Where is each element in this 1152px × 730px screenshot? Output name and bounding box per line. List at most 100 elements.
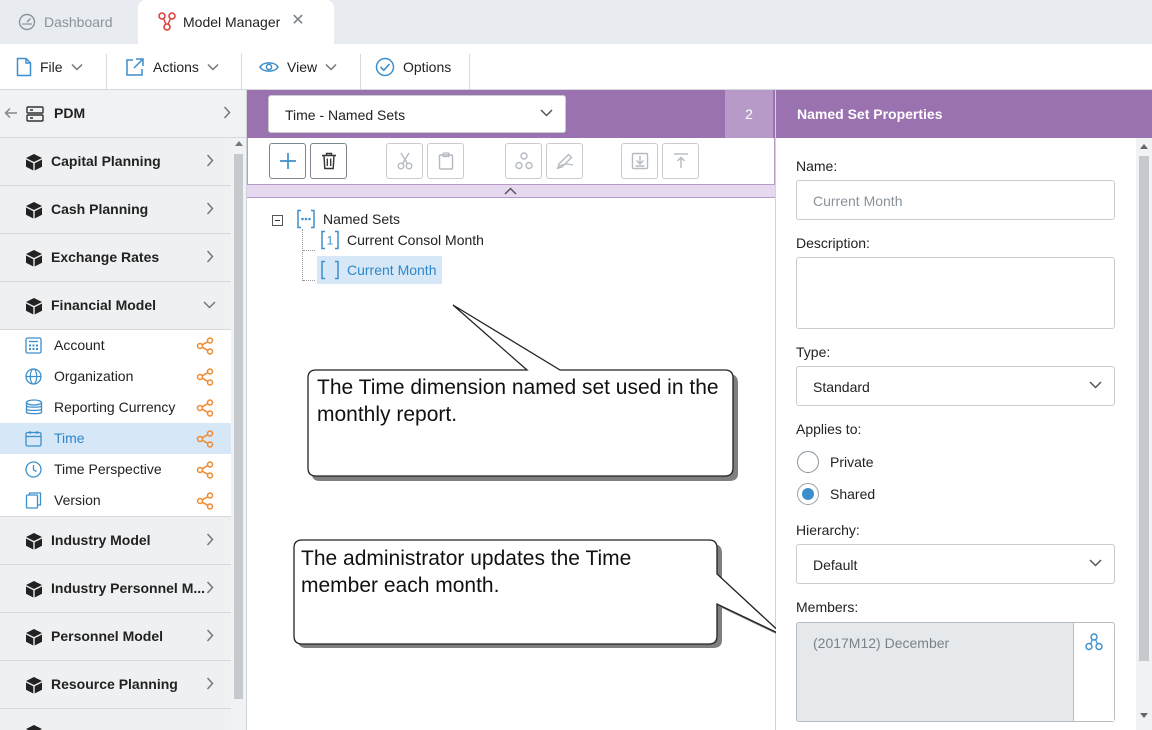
- dimension-list: Account Organization Reporting Currency …: [0, 330, 231, 517]
- arrow-left-icon[interactable]: [4, 106, 18, 120]
- close-icon[interactable]: ✕: [290, 13, 306, 29]
- tab-dashboard[interactable]: Dashboard: [0, 0, 140, 44]
- chevron-down-icon: [203, 301, 216, 309]
- sidebar-scrollbar[interactable]: [231, 138, 246, 730]
- file-menu[interactable]: File: [16, 44, 83, 90]
- share-icon[interactable]: [196, 337, 214, 355]
- sidebar-dim-label: Version: [54, 492, 101, 508]
- sidebar-dim-time-perspective[interactable]: Time Perspective: [0, 454, 231, 485]
- paste-button[interactable]: [427, 143, 464, 179]
- options-menu[interactable]: Options: [375, 44, 451, 90]
- sidebar-header[interactable]: PDM: [0, 90, 246, 138]
- share-icon[interactable]: [196, 430, 214, 448]
- chevron-right-icon: [206, 629, 214, 642]
- member-selector-button[interactable]: [505, 143, 542, 179]
- scroll-down-icon[interactable]: [1140, 713, 1148, 718]
- collapse-toggle[interactable]: [272, 215, 283, 226]
- scroll-up-icon[interactable]: [1140, 144, 1148, 149]
- share-icon[interactable]: [196, 492, 214, 510]
- tree-connector: [302, 229, 303, 281]
- cube-icon: [25, 532, 43, 550]
- delete-button[interactable]: [310, 143, 347, 179]
- sidebar-dim-time[interactable]: Time: [0, 423, 231, 454]
- chevron-down-icon: [71, 63, 83, 71]
- tree-node-current-consol-month[interactable]: 1 Current Consol Month: [317, 226, 490, 254]
- private-radio[interactable]: [797, 451, 819, 473]
- sidebar-dim-organization[interactable]: Organization: [0, 361, 231, 392]
- sidebar-dim-account[interactable]: Account: [0, 330, 231, 361]
- scrollbar-thumb[interactable]: [234, 154, 243, 699]
- export-button[interactable]: [662, 143, 699, 179]
- hierarchy-select[interactable]: Default: [796, 544, 1115, 584]
- cut-button[interactable]: [386, 143, 423, 179]
- member-selector-button[interactable]: [1073, 622, 1115, 662]
- sidebar-item-resource-planning[interactable]: Resource Planning: [0, 661, 231, 709]
- sidebar-dim-version[interactable]: Version: [0, 485, 231, 516]
- chevron-up-icon[interactable]: [504, 187, 517, 195]
- sidebar-item-personnel-model[interactable]: Personnel Model: [0, 613, 231, 661]
- sidebar-item-capital-planning[interactable]: Capital Planning: [0, 138, 231, 186]
- menu-divider: [360, 54, 361, 90]
- sidebar-item-financial-model[interactable]: Financial Model: [0, 282, 231, 330]
- named-sets-toolbar: [247, 138, 775, 184]
- sidebar-item-partial[interactable]: [0, 709, 231, 730]
- chevron-down-icon: [1089, 381, 1102, 389]
- description-field[interactable]: [796, 257, 1115, 329]
- tab-model-manager-label: Model Manager: [183, 14, 281, 30]
- tab-dashboard-label: Dashboard: [44, 14, 113, 30]
- toolbar-collapse-bar[interactable]: [247, 184, 775, 198]
- calculator-icon: [25, 337, 42, 354]
- scroll-up-icon[interactable]: [235, 141, 243, 146]
- sidebar-dim-label: Time: [54, 430, 85, 446]
- cube-icon: [25, 676, 43, 694]
- sidebar-item-label: Cash Planning: [51, 201, 149, 217]
- clock-icon: [25, 461, 42, 478]
- properties-title: Named Set Properties: [797, 106, 943, 122]
- cube-icon: [25, 724, 43, 730]
- chevron-down-icon: [1089, 559, 1102, 567]
- name-label: Name:: [796, 158, 838, 174]
- clipboard-icon: [438, 152, 454, 170]
- sidebar-item-industry-model[interactable]: Industry Model: [0, 517, 231, 565]
- tree-connector: [303, 280, 315, 281]
- external-link-icon: [125, 57, 145, 77]
- sidebar-dim-label: Account: [54, 337, 105, 353]
- properties-scrollbar[interactable]: [1136, 138, 1152, 730]
- add-button[interactable]: [269, 143, 306, 179]
- named-sets-header: Time - Named Sets 2: [247, 90, 775, 138]
- menu-divider: [106, 54, 107, 90]
- scrollbar-thumb[interactable]: [1139, 156, 1149, 661]
- edit-button[interactable]: [546, 143, 583, 179]
- callout-text: The Time dimension named set used in the…: [317, 376, 719, 426]
- dimension-select[interactable]: Time - Named Sets: [268, 95, 566, 133]
- members-field[interactable]: (2017M12) December: [796, 622, 1115, 722]
- members-label: Members:: [796, 599, 859, 615]
- sidebar-item-industry-personnel-model[interactable]: Industry Personnel M...: [0, 565, 231, 613]
- model-sidebar: PDM Capital Planning Cash Planning Excha…: [0, 90, 247, 730]
- import-button[interactable]: [621, 143, 658, 179]
- sidebar-item-cash-planning[interactable]: Cash Planning: [0, 186, 231, 234]
- sidebar-item-label: Exchange Rates: [51, 249, 160, 265]
- type-label: Type:: [796, 344, 831, 360]
- name-field[interactable]: Current Month: [796, 180, 1115, 220]
- hierarchy-select-value: Default: [813, 557, 858, 573]
- actions-menu[interactable]: Actions: [125, 44, 219, 90]
- shared-radio[interactable]: [797, 483, 819, 505]
- sidebar-item-exchange-rates[interactable]: Exchange Rates: [0, 234, 231, 282]
- tree-node-current-month[interactable]: Current Month: [317, 256, 443, 284]
- type-select[interactable]: Standard: [796, 366, 1115, 406]
- sidebar-item-label: Personnel Model: [51, 628, 164, 644]
- cube-icon: [25, 249, 43, 267]
- trash-icon: [321, 152, 337, 170]
- share-icon[interactable]: [196, 399, 214, 417]
- sidebar-dim-reporting-currency[interactable]: Reporting Currency: [0, 392, 231, 423]
- tree-node-label: Current Consol Month: [347, 232, 484, 248]
- tree-node-label: Current Month: [347, 262, 437, 278]
- tab-model-manager[interactable]: Model Manager ✕: [138, 0, 334, 44]
- share-icon[interactable]: [196, 461, 214, 479]
- view-menu[interactable]: View: [259, 44, 337, 90]
- count-badge: 2: [725, 90, 773, 138]
- share-icon[interactable]: [196, 368, 214, 386]
- sidebar-item-label: Financial Model: [51, 297, 157, 313]
- file-icon: [16, 57, 32, 77]
